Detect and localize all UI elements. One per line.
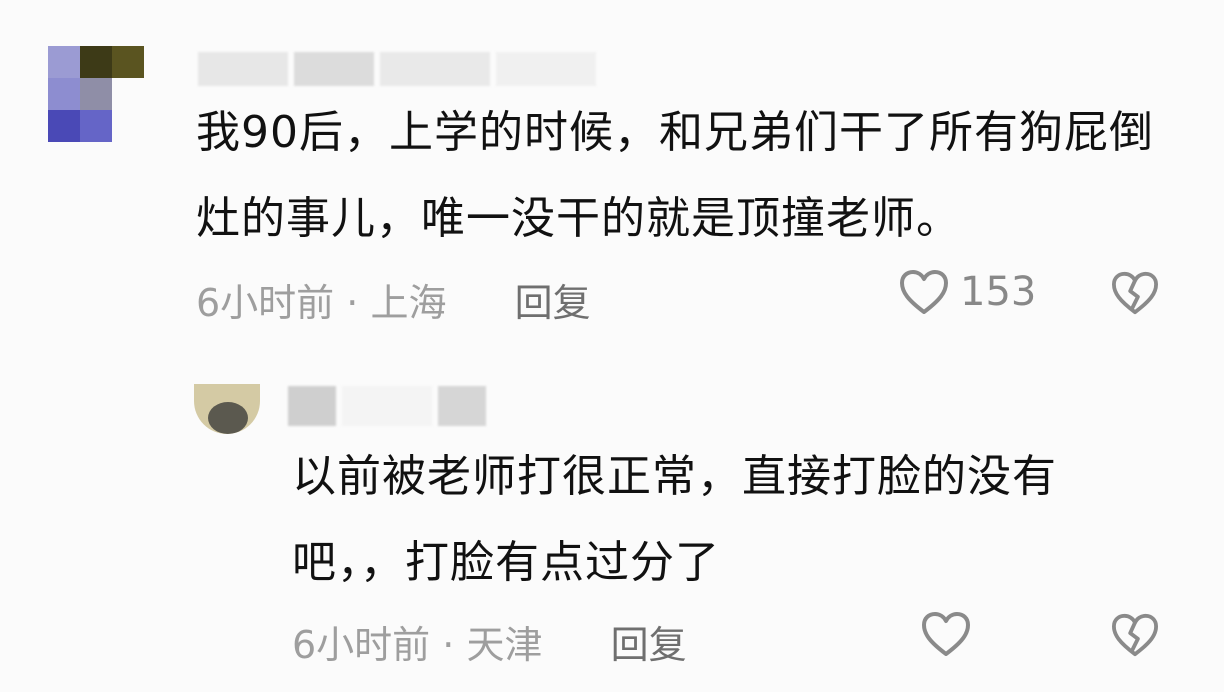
username-redacted[interactable] bbox=[288, 386, 486, 426]
comment-meta: 6小时前 · 上海 回复 bbox=[196, 272, 591, 327]
dislike-button[interactable] bbox=[1110, 270, 1160, 320]
reply-button[interactable]: 回复 bbox=[515, 281, 591, 325]
reply-button[interactable]: 回复 bbox=[611, 623, 687, 667]
like-count: 153 bbox=[960, 269, 1037, 315]
comment-time: 6小时前 bbox=[196, 281, 335, 325]
avatar[interactable] bbox=[48, 46, 144, 142]
comment-text: 我90后，上学的时候，和兄弟们干了所有狗屁倒灶的事儿，唯一没干的就是顶撞老师。 bbox=[196, 107, 1154, 244]
heart-outline-icon bbox=[900, 270, 948, 314]
meta-separator: · bbox=[346, 281, 371, 325]
dislike-button[interactable] bbox=[1110, 612, 1160, 662]
comment-time: 6小时前 bbox=[292, 623, 431, 667]
comment-location: 上海 bbox=[370, 281, 447, 325]
heart-outline-icon bbox=[922, 612, 970, 656]
like-button[interactable] bbox=[920, 610, 972, 658]
broken-heart-icon bbox=[1111, 613, 1158, 657]
meta-separator: · bbox=[442, 623, 467, 667]
comment-location: 天津 bbox=[466, 623, 543, 667]
comment-meta: 6小时前 · 天津 回复 bbox=[292, 614, 687, 669]
username-redacted[interactable] bbox=[198, 52, 596, 86]
like-button[interactable]: 153 bbox=[898, 268, 1036, 316]
broken-heart-icon bbox=[1111, 271, 1158, 315]
avatar[interactable] bbox=[194, 384, 260, 434]
comment-text: 以前被老师打很正常，直接打脸的没有吧，，打脸有点过分了 bbox=[292, 451, 1057, 588]
